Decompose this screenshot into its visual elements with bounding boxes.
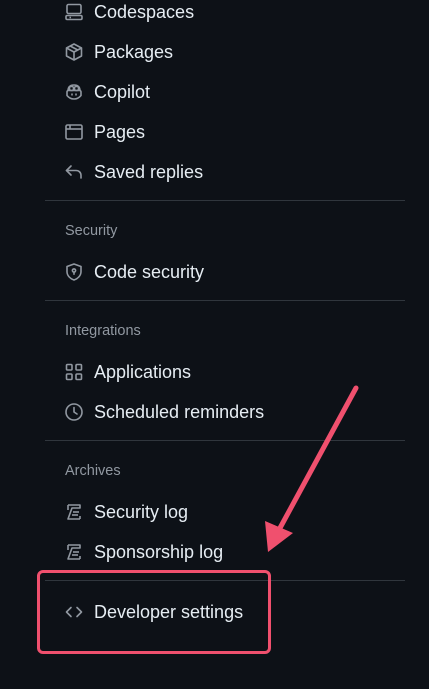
nav-item-label: Security log [94, 501, 189, 522]
section-heading-integrations: Integrations [65, 323, 141, 339]
nav-item-packages[interactable]: Packages [64, 36, 173, 68]
nav-item-label: Copilot [94, 81, 151, 102]
browser-icon [64, 122, 84, 142]
section-divider [45, 440, 405, 441]
section-heading-security: Security [65, 223, 118, 239]
clock-icon [64, 402, 84, 422]
log-icon [64, 502, 84, 522]
highlight-box [37, 570, 271, 654]
nav-item-security-log[interactable]: Security log [64, 496, 188, 528]
nav-item-label: Saved replies [94, 161, 204, 182]
section-heading-archives: Archives [65, 463, 121, 479]
log-icon [64, 542, 84, 562]
copilot-icon [64, 82, 84, 102]
nav-item-label: Applications [94, 361, 192, 382]
codespaces-icon [64, 2, 84, 22]
nav-item-pages[interactable]: Pages [64, 116, 145, 148]
nav-item-label: Scheduled reminders [94, 401, 265, 422]
settings-sidebar: Codespaces Packages Copilot Pages Saved … [0, 0, 429, 689]
nav-item-label: Sponsorship log [94, 541, 224, 562]
nav-item-saved-replies[interactable]: Saved replies [64, 156, 203, 188]
reply-icon [64, 162, 84, 182]
section-divider [45, 300, 405, 301]
shield-icon [64, 262, 84, 282]
package-icon [64, 42, 84, 62]
nav-item-code-security[interactable]: Code security [64, 256, 204, 288]
section-divider [45, 200, 405, 201]
nav-item-sponsorship-log[interactable]: Sponsorship log [64, 536, 223, 568]
nav-item-label: Pages [94, 121, 146, 142]
nav-item-label: Code security [94, 261, 205, 282]
nav-item-copilot[interactable]: Copilot [64, 76, 150, 108]
nav-item-label: Codespaces [94, 1, 195, 22]
apps-icon [64, 362, 84, 382]
nav-item-scheduled-reminders[interactable]: Scheduled reminders [64, 396, 264, 428]
nav-item-applications[interactable]: Applications [64, 356, 191, 388]
nav-item-codespaces[interactable]: Codespaces [64, 0, 194, 28]
nav-item-label: Packages [94, 41, 174, 62]
